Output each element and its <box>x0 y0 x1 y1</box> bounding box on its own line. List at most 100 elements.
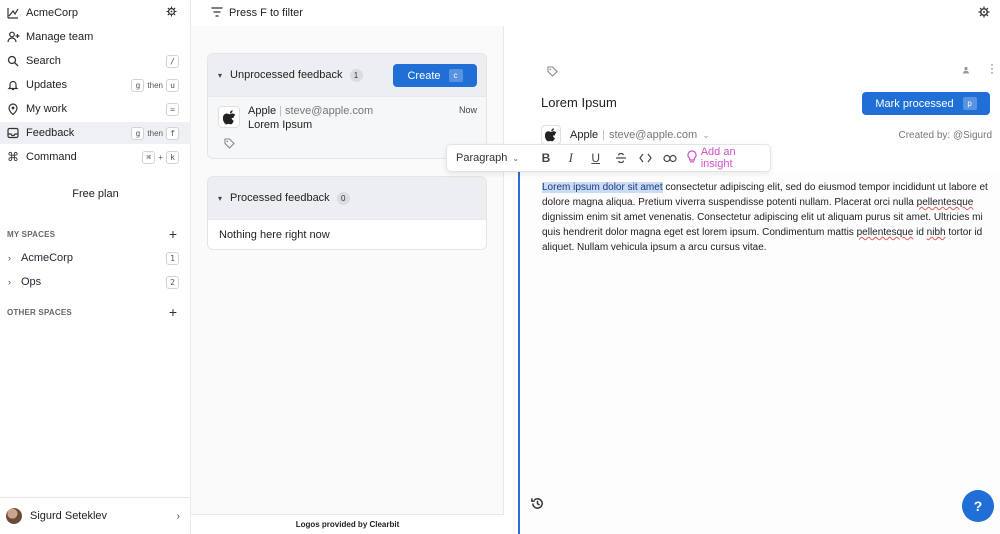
gear-icon[interactable] <box>978 6 990 21</box>
paragraph-style-dropdown[interactable]: Paragraph ⌄ <box>456 152 534 164</box>
create-button[interactable]: Create c <box>393 64 477 87</box>
free-plan-link[interactable]: Free plan <box>0 188 191 200</box>
strikethrough-icon[interactable] <box>608 148 633 168</box>
shortcut-joiner: then <box>147 128 163 138</box>
shortcut-joiner: + <box>158 152 163 162</box>
shortcut: g then u <box>131 78 179 92</box>
chevron-right-icon[interactable]: › <box>8 253 11 263</box>
sidebar-item-label: Command <box>26 151 77 163</box>
sidebar-item-updates[interactable]: Updates g then u <box>0 74 191 96</box>
help-button[interactable]: ? <box>962 490 994 522</box>
paragraph-style-label: Paragraph <box>456 152 508 164</box>
sidebar-item-feedback[interactable]: Feedback g then f <box>0 122 191 144</box>
chevron-down-icon[interactable]: ⌄ <box>702 130 710 141</box>
processed-section: ▾ Processed feedback 0 Nothing here righ… <box>207 176 487 250</box>
add-other-space-icon[interactable]: + <box>169 305 177 319</box>
space-item-ops[interactable]: › Ops 2 <box>0 272 191 292</box>
link-icon[interactable] <box>658 148 683 168</box>
text-segment: id <box>913 227 927 238</box>
apple-logo-icon <box>541 125 561 145</box>
shortcut-key: 1 <box>166 251 179 265</box>
user-menu[interactable]: Sigurd Seteklev › <box>0 497 191 534</box>
company-selector[interactable]: Apple | steve@apple.com ⌄ <box>541 125 710 145</box>
shortcut-key: 2 <box>166 275 179 289</box>
list-item[interactable]: Apple | steve@apple.com Lorem Ipsum Now <box>208 96 486 158</box>
shortcut-key: / <box>166 54 179 68</box>
add-insight-button[interactable]: Add an insight <box>687 146 770 170</box>
company-name: Apple <box>570 129 599 141</box>
section-title: Unprocessed feedback <box>230 69 343 81</box>
feedback-title[interactable]: Lorem Ipsum <box>541 95 617 110</box>
shortcut-key: = <box>166 102 179 116</box>
shortcut-key: g <box>131 126 145 140</box>
sidebar-item-label: Manage team <box>26 31 94 43</box>
item-title: Lorem Ipsum <box>248 119 313 131</box>
tag-icon[interactable] <box>547 66 558 80</box>
chevron-right-icon[interactable]: › <box>8 277 11 287</box>
shortcut-key: k <box>166 150 179 164</box>
shortcut: g then f <box>131 126 179 140</box>
misspelled-word: pellentesque <box>856 227 914 238</box>
code-icon[interactable] <box>633 148 658 168</box>
filter-hint: Press F to filter <box>229 7 303 19</box>
mark-processed-button[interactable]: Mark processed p <box>862 92 990 115</box>
shortcut-key: f <box>166 126 179 140</box>
avatar <box>6 508 22 524</box>
section-title: Processed feedback <box>230 192 330 204</box>
company-email: steve@apple.com <box>609 129 698 141</box>
other-spaces-header: OTHER SPACES <box>7 308 72 317</box>
user-plus-icon <box>6 30 20 44</box>
chevron-down-icon[interactable]: ▾ <box>218 71 222 80</box>
company-name: Apple <box>248 105 277 117</box>
filter-bar[interactable]: Press F to filter <box>191 0 504 26</box>
item-company: Apple | steve@apple.com <box>248 105 373 117</box>
sidebar-item-command[interactable]: ⌘ Command ⌘ + k <box>0 146 191 168</box>
assignee-icon[interactable] <box>962 66 970 76</box>
company-email: steve@apple.com <box>285 105 374 117</box>
bell-icon <box>6 78 20 92</box>
editor-content[interactable]: Lorem ipsum dolor sit amet consectetur a… <box>542 180 996 255</box>
sidebar: AcmeCorp Manage team Search / Updates g … <box>0 0 191 534</box>
chevron-down-icon[interactable]: ▾ <box>218 194 222 203</box>
italic-icon[interactable]: I <box>558 148 583 168</box>
space-item-acmecorp[interactable]: › AcmeCorp 1 <box>0 248 191 268</box>
add-space-icon[interactable]: + <box>169 227 177 241</box>
unprocessed-section: ▾ Unprocessed feedback 1 Create c Apple |… <box>207 53 487 159</box>
space-label: Ops <box>21 276 42 288</box>
formatting-toolbar: Paragraph ⌄ B I U Add an insight <box>446 144 771 172</box>
created-by: Created by: @Sigurd <box>898 130 992 141</box>
target-icon <box>6 102 20 116</box>
misspelled-word: nibh <box>926 227 946 238</box>
unprocessed-header[interactable]: ▾ Unprocessed feedback 1 Create c <box>208 54 486 96</box>
mark-processed-label: Mark processed <box>875 97 954 110</box>
add-insight-label: Add an insight <box>700 146 736 170</box>
shortcut: = <box>166 102 179 116</box>
sidebar-item-manage-team[interactable]: Manage team <box>0 26 191 48</box>
user-name: Sigurd Seteklev <box>30 510 108 522</box>
workspace-name: AcmeCorp <box>26 7 78 19</box>
logo-icon <box>6 6 20 20</box>
workspace-switcher[interactable]: AcmeCorp <box>0 2 191 24</box>
sidebar-item-label: Updates <box>26 79 67 91</box>
tag-icon[interactable] <box>224 138 235 152</box>
gear-icon[interactable] <box>166 6 177 20</box>
feedback-list-panel: Press F to filter ▾ Unprocessed feedback… <box>191 0 504 534</box>
count-badge: 0 <box>336 191 350 205</box>
chevron-right-icon: › <box>176 510 180 522</box>
processed-header[interactable]: ▾ Processed feedback 0 <box>208 177 486 219</box>
count-badge: 1 <box>349 68 363 82</box>
sidebar-item-my-work[interactable]: My work = <box>0 98 191 120</box>
filter-icon <box>211 6 223 20</box>
feedback-editor[interactable]: Lorem ipsum dolor sit amet consectetur a… <box>518 172 1000 534</box>
command-icon: ⌘ <box>7 150 19 164</box>
sidebar-item-search[interactable]: Search / <box>0 50 191 72</box>
create-label: Create <box>407 69 441 82</box>
history-icon[interactable] <box>530 496 545 514</box>
shortcut-key: g <box>131 78 145 92</box>
item-time: Now <box>458 105 477 115</box>
bold-icon[interactable]: B <box>534 148 559 168</box>
shortcut-key: u <box>166 78 179 92</box>
divider: | <box>602 129 605 141</box>
underline-icon[interactable]: U <box>583 148 608 168</box>
more-options-icon[interactable]: · · · <box>990 58 994 78</box>
